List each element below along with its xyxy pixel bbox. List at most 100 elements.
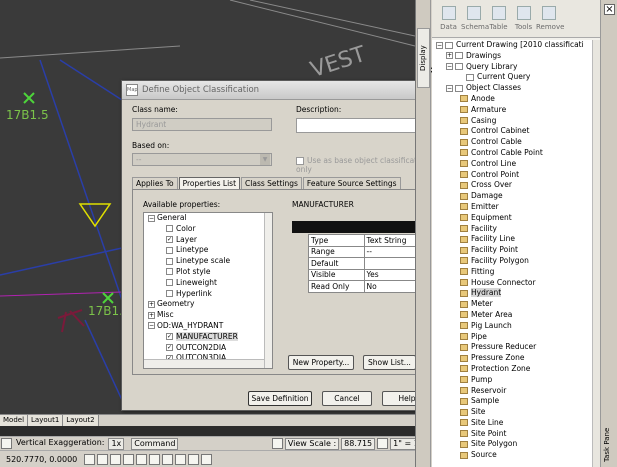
property-node[interactable]: Linetype	[144, 245, 272, 256]
ducs-icon[interactable]	[162, 453, 174, 465]
tree-item[interactable]: Current Query	[436, 72, 592, 83]
property-node[interactable]: − General	[144, 213, 272, 224]
property-checkbox[interactable]: ✓	[166, 344, 173, 352]
tree-object-class[interactable]: Anode	[436, 94, 592, 105]
property-node[interactable]: ✓ MANUFACTURER	[144, 331, 272, 343]
tree-object-class[interactable]: Site Polygon	[436, 439, 592, 450]
snap-icon[interactable]	[84, 453, 96, 465]
tree-object-class[interactable]: Meter	[436, 299, 592, 310]
property-node[interactable]: ✓ OUTCON2DIA	[144, 343, 272, 354]
tree-object-class[interactable]: Cross Over	[436, 180, 592, 191]
polar-icon[interactable]	[123, 453, 135, 465]
toolbar-data-button[interactable]: Data	[436, 6, 461, 37]
property-node[interactable]: ✓ Layer	[144, 235, 272, 246]
vertical-exaggeration-select[interactable]: 1x	[108, 437, 125, 450]
tree-scrollbar[interactable]	[592, 40, 600, 467]
toolbar-table-button[interactable]: Table	[486, 6, 511, 37]
property-value[interactable]: Yes	[363, 268, 423, 281]
tree-group[interactable]: + Drawings	[436, 51, 592, 62]
chevron-down-icon[interactable]	[377, 438, 389, 449]
tree-object-class[interactable]: Control Line	[436, 159, 592, 170]
tree-object-class[interactable]: Pipe	[436, 332, 592, 343]
property-checkbox[interactable]	[166, 279, 173, 287]
tree-root[interactable]: − Current Drawing [2010 classificati	[436, 40, 592, 51]
qp-icon[interactable]	[201, 453, 213, 465]
property-value[interactable]: No	[363, 280, 423, 293]
tree-object-class[interactable]: Sample	[436, 396, 592, 407]
tree-object-class[interactable]: Control Point	[436, 170, 592, 181]
property-node[interactable]: + Misc	[144, 310, 272, 321]
viewport-icon[interactable]	[271, 438, 283, 449]
property-node[interactable]: Hyperlink	[144, 289, 272, 300]
expand-icon[interactable]: +	[148, 311, 155, 319]
otrack-icon[interactable]	[149, 453, 161, 465]
osnap-icon[interactable]	[136, 453, 148, 465]
tree-object-class[interactable]: Hydrant	[436, 288, 592, 299]
property-checkbox[interactable]	[166, 257, 173, 265]
lwt-icon[interactable]	[188, 453, 200, 465]
new-property-button[interactable]: New Property...	[288, 355, 354, 370]
display-manager-tab[interactable]: Display Manager	[417, 28, 438, 88]
expand-icon[interactable]: −	[446, 63, 453, 71]
tree-object-class[interactable]: Source	[436, 450, 592, 461]
close-icon[interactable]: ×	[604, 4, 615, 15]
expand-icon[interactable]: +	[148, 300, 155, 308]
tree-object-class[interactable]: Control Cabinet	[436, 126, 592, 137]
tree-object-class[interactable]: Meter Area	[436, 310, 592, 321]
ortho-icon[interactable]	[110, 453, 122, 465]
toolbar-tools-button[interactable]: Tools	[511, 6, 536, 37]
tree-object-class[interactable]: Site Point	[436, 429, 592, 440]
tree-group[interactable]: − Query Library	[436, 62, 592, 73]
property-node[interactable]: Plot style	[144, 267, 272, 278]
properties-hscrollbar[interactable]	[144, 359, 264, 368]
property-value[interactable]	[363, 257, 423, 270]
tree-object-class[interactable]: Facility Polygon	[436, 256, 592, 267]
expand-icon[interactable]: −	[148, 214, 155, 222]
property-checkbox[interactable]	[166, 225, 173, 233]
collapse-icon[interactable]: −	[436, 41, 443, 49]
property-node[interactable]: + Geometry	[144, 299, 272, 310]
dialog-title-bar[interactable]: Map Define Object Classification	[122, 81, 444, 100]
class-name-field[interactable]: Hydrant	[132, 118, 272, 131]
tree-object-class[interactable]: Damage	[436, 191, 592, 202]
toolbar-remove-button[interactable]: Remove	[536, 6, 564, 37]
show-list-button[interactable]: Show List...	[363, 355, 416, 370]
task-pane-tab[interactable]: Task Pane	[603, 425, 616, 465]
property-node[interactable]: Color	[144, 224, 272, 235]
property-value[interactable]: --	[363, 245, 423, 258]
tab-properties-list[interactable]: Properties List	[178, 177, 241, 189]
tree-object-class[interactable]: Protection Zone	[436, 364, 592, 375]
command-line[interactable]	[0, 426, 425, 436]
tree-object-class[interactable]: Site Line	[436, 418, 592, 429]
tree-object-class[interactable]: Casing	[436, 116, 592, 127]
tree-object-class[interactable]: Pump	[436, 375, 592, 386]
tree-object-class[interactable]: Emitter	[436, 202, 592, 213]
expand-icon[interactable]: +	[446, 52, 453, 60]
tab-feature-source-settings[interactable]: Feature Source Settings	[302, 177, 401, 189]
dyn-icon[interactable]	[175, 453, 187, 465]
tree-object-class[interactable]: Facility Line	[436, 234, 592, 245]
tree-object-class[interactable]: Pressure Zone	[436, 353, 592, 364]
tree-object-class[interactable]: Control Cable	[436, 137, 592, 148]
property-node[interactable]: Lineweight	[144, 278, 272, 289]
toolbar-schema-button[interactable]: Schema	[461, 6, 489, 37]
tree-object-class[interactable]: Facility Point	[436, 245, 592, 256]
tree-group-object-classes[interactable]: − Object Classes	[436, 83, 592, 94]
collapse-icon[interactable]: −	[446, 84, 453, 92]
property-checkbox[interactable]: ✓	[166, 236, 173, 244]
properties-scrollbar[interactable]	[264, 213, 272, 368]
save-definition-button[interactable]: Save Definition	[248, 391, 312, 406]
status-icon[interactable]	[1, 438, 12, 449]
tree-object-class[interactable]: Fitting	[436, 267, 592, 278]
property-value[interactable]: Text String	[363, 234, 423, 247]
tree-object-class[interactable]: Pig Launch	[436, 321, 592, 332]
based-on-select[interactable]: -- ▼	[132, 153, 272, 166]
tree-object-class[interactable]: Reservoir	[436, 386, 592, 397]
cancel-button[interactable]: Cancel	[322, 391, 372, 406]
tab-applies-to[interactable]: Applies To	[132, 177, 178, 189]
tab-layout1[interactable]: Layout1	[28, 415, 64, 426]
grid-icon[interactable]	[97, 453, 109, 465]
tree-object-class[interactable]: Pressure Reducer	[436, 342, 592, 353]
property-node[interactable]: − OD:WA_HYDRANT	[144, 321, 272, 332]
tree-object-class[interactable]: Armature	[436, 105, 592, 116]
